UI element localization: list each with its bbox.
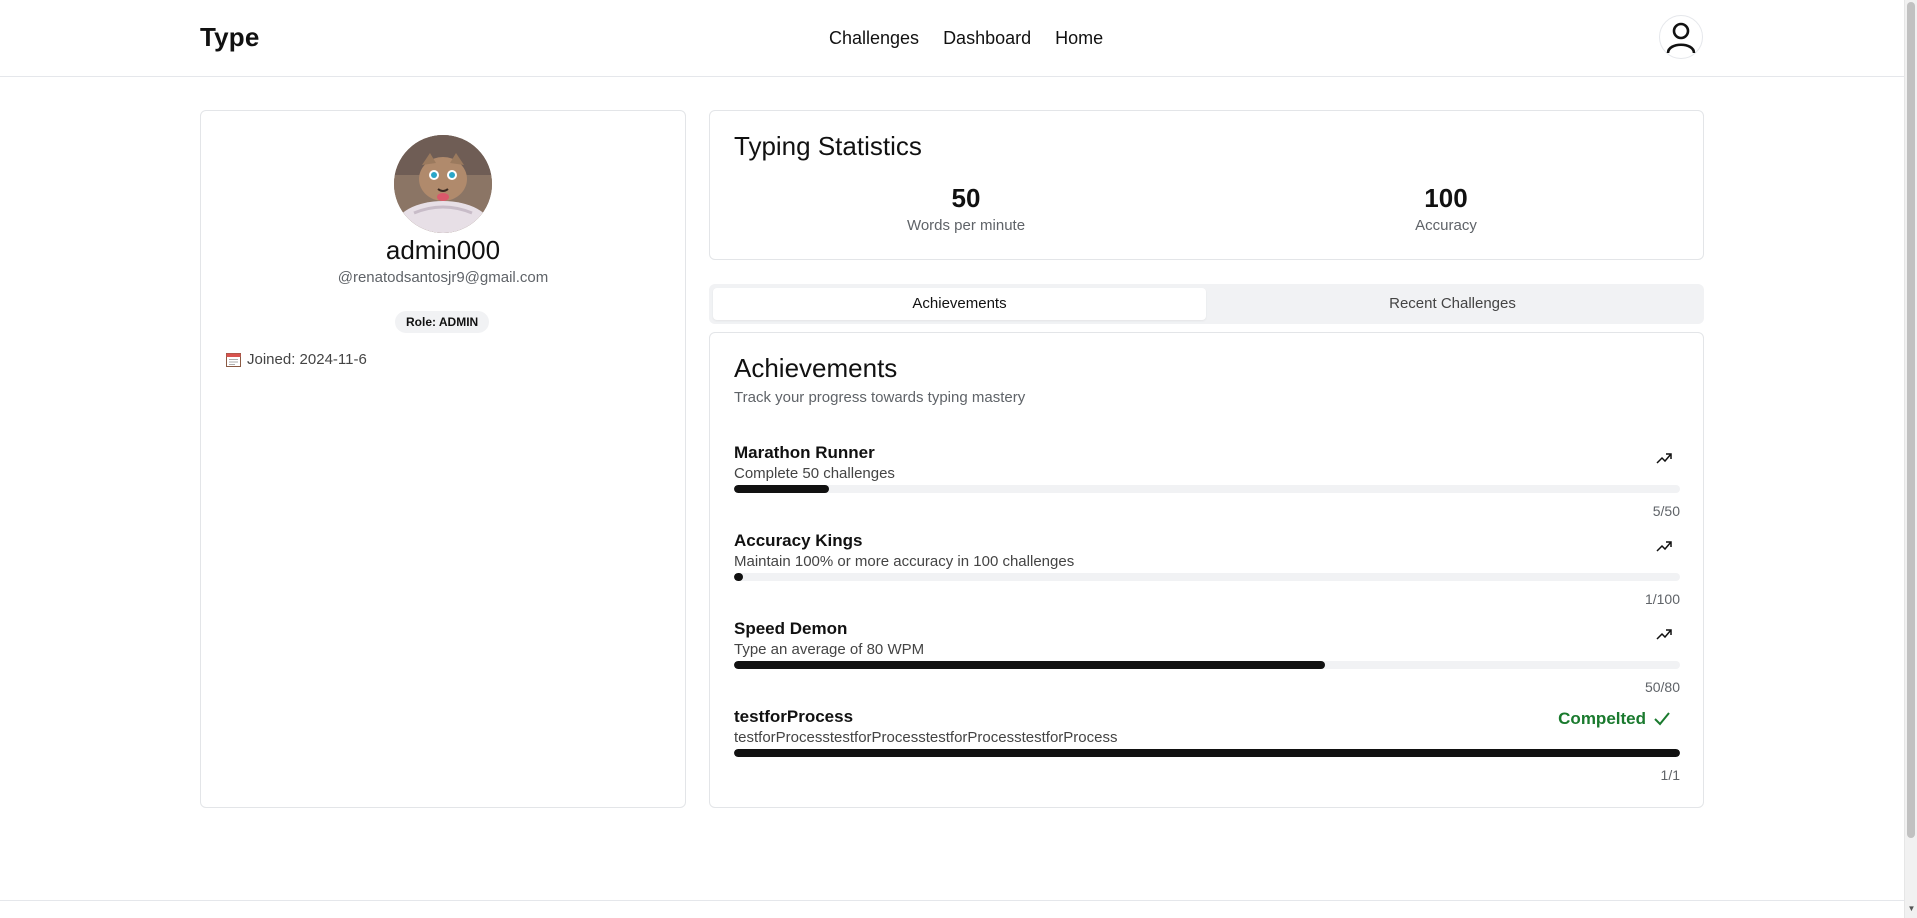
completed-label: Compelted (1558, 709, 1646, 728)
achievement-item: testforProcess testforProcesstestforProc… (734, 707, 1680, 793)
progress-fill (734, 485, 829, 493)
progress-count: 50/80 (1644, 679, 1680, 695)
wpm-label: Words per minute (906, 217, 1026, 234)
nav-dashboard[interactable]: Dashboard (943, 28, 1031, 49)
progress-count: 5/50 (1652, 503, 1680, 519)
achievement-description: Maintain 100% or more accuracy in 100 ch… (734, 553, 1075, 570)
achievement-name: Marathon Runner (734, 443, 875, 462)
main-nav: Challenges Dashboard Home (829, 28, 1103, 49)
top-navbar: Type Challenges Dashboard Home (0, 0, 1904, 77)
progress-count: 1/1 (1660, 767, 1680, 783)
trending-up-icon (1656, 541, 1672, 552)
achievements-subtitle: Track your progress towards typing maste… (734, 389, 1026, 406)
page-scrollbar[interactable]: ▼ (1904, 0, 1917, 918)
achievement-name: Accuracy Kings (734, 531, 863, 550)
role-badge: Role: ADMIN (395, 311, 490, 333)
tab-achievements[interactable]: Achievements (713, 288, 1206, 320)
scrollbar-thumb[interactable] (1907, 2, 1915, 838)
accuracy-value: 100 (1424, 183, 1468, 213)
achievements-title: Achievements (734, 353, 898, 383)
check-icon (1654, 712, 1670, 726)
joined-date: Joined: 2024-11-6 (226, 351, 367, 368)
progress-bar (734, 749, 1680, 757)
progress-bar (734, 661, 1680, 669)
progress-count: 1/100 (1644, 591, 1680, 607)
achievement-name: testforProcess (734, 707, 854, 726)
trending-up-icon (1656, 629, 1672, 640)
tab-recent-challenges[interactable]: Recent Challenges (1206, 288, 1699, 320)
achievement-item: Marathon Runner Complete 50 challenges 5… (734, 443, 1680, 529)
nav-home[interactable]: Home (1055, 28, 1103, 49)
profile-username: admin000 (385, 235, 501, 265)
achievement-description: testforProcesstestforProcesstestforProce… (734, 729, 1118, 746)
trending-up-icon (1656, 453, 1672, 464)
progress-fill (734, 749, 1680, 757)
achievement-description: Type an average of 80 WPM (734, 641, 925, 658)
profile-tabs: Achievements Recent Challenges (709, 284, 1704, 324)
progress-fill (734, 573, 744, 581)
achievements-card: Achievements Track your progress towards… (709, 332, 1704, 808)
accuracy-label: Accuracy (1415, 217, 1477, 234)
stat-wpm: 50 Words per minute (866, 183, 1066, 234)
achievement-item: Speed Demon Type an average of 80 WPM 50… (734, 619, 1680, 705)
progress-bar (734, 485, 1680, 493)
progress-bar (734, 573, 1680, 581)
joined-text: Joined: 2024-11-6 (247, 351, 367, 368)
footer-divider (0, 900, 1904, 901)
avatar (394, 135, 492, 233)
profile-email: @renatodsantosjr9@gmail.com (337, 269, 549, 286)
wpm-value: 50 (951, 183, 981, 213)
nav-challenges[interactable]: Challenges (829, 28, 919, 49)
user-icon (1666, 22, 1696, 54)
calendar-icon (226, 353, 241, 367)
completed-status: Compelted (1558, 709, 1670, 729)
profile-card: admin000 @renatodsantosjr9@gmail.com Rol… (200, 110, 686, 808)
achievement-item: Accuracy Kings Maintain 100% or more acc… (734, 531, 1680, 617)
user-menu-button[interactable] (1659, 15, 1703, 59)
achievement-description: Complete 50 challenges (734, 465, 895, 482)
scroll-down-icon[interactable]: ▼ (1906, 904, 1917, 914)
stats-title: Typing Statistics (734, 131, 922, 161)
progress-fill (734, 661, 1326, 669)
brand-logo[interactable]: Type (200, 22, 260, 53)
achievement-name: Speed Demon (734, 619, 848, 638)
stat-accuracy: 100 Accuracy (1346, 183, 1546, 234)
typing-statistics-card: Typing Statistics 50 Words per minute 10… (709, 110, 1704, 260)
